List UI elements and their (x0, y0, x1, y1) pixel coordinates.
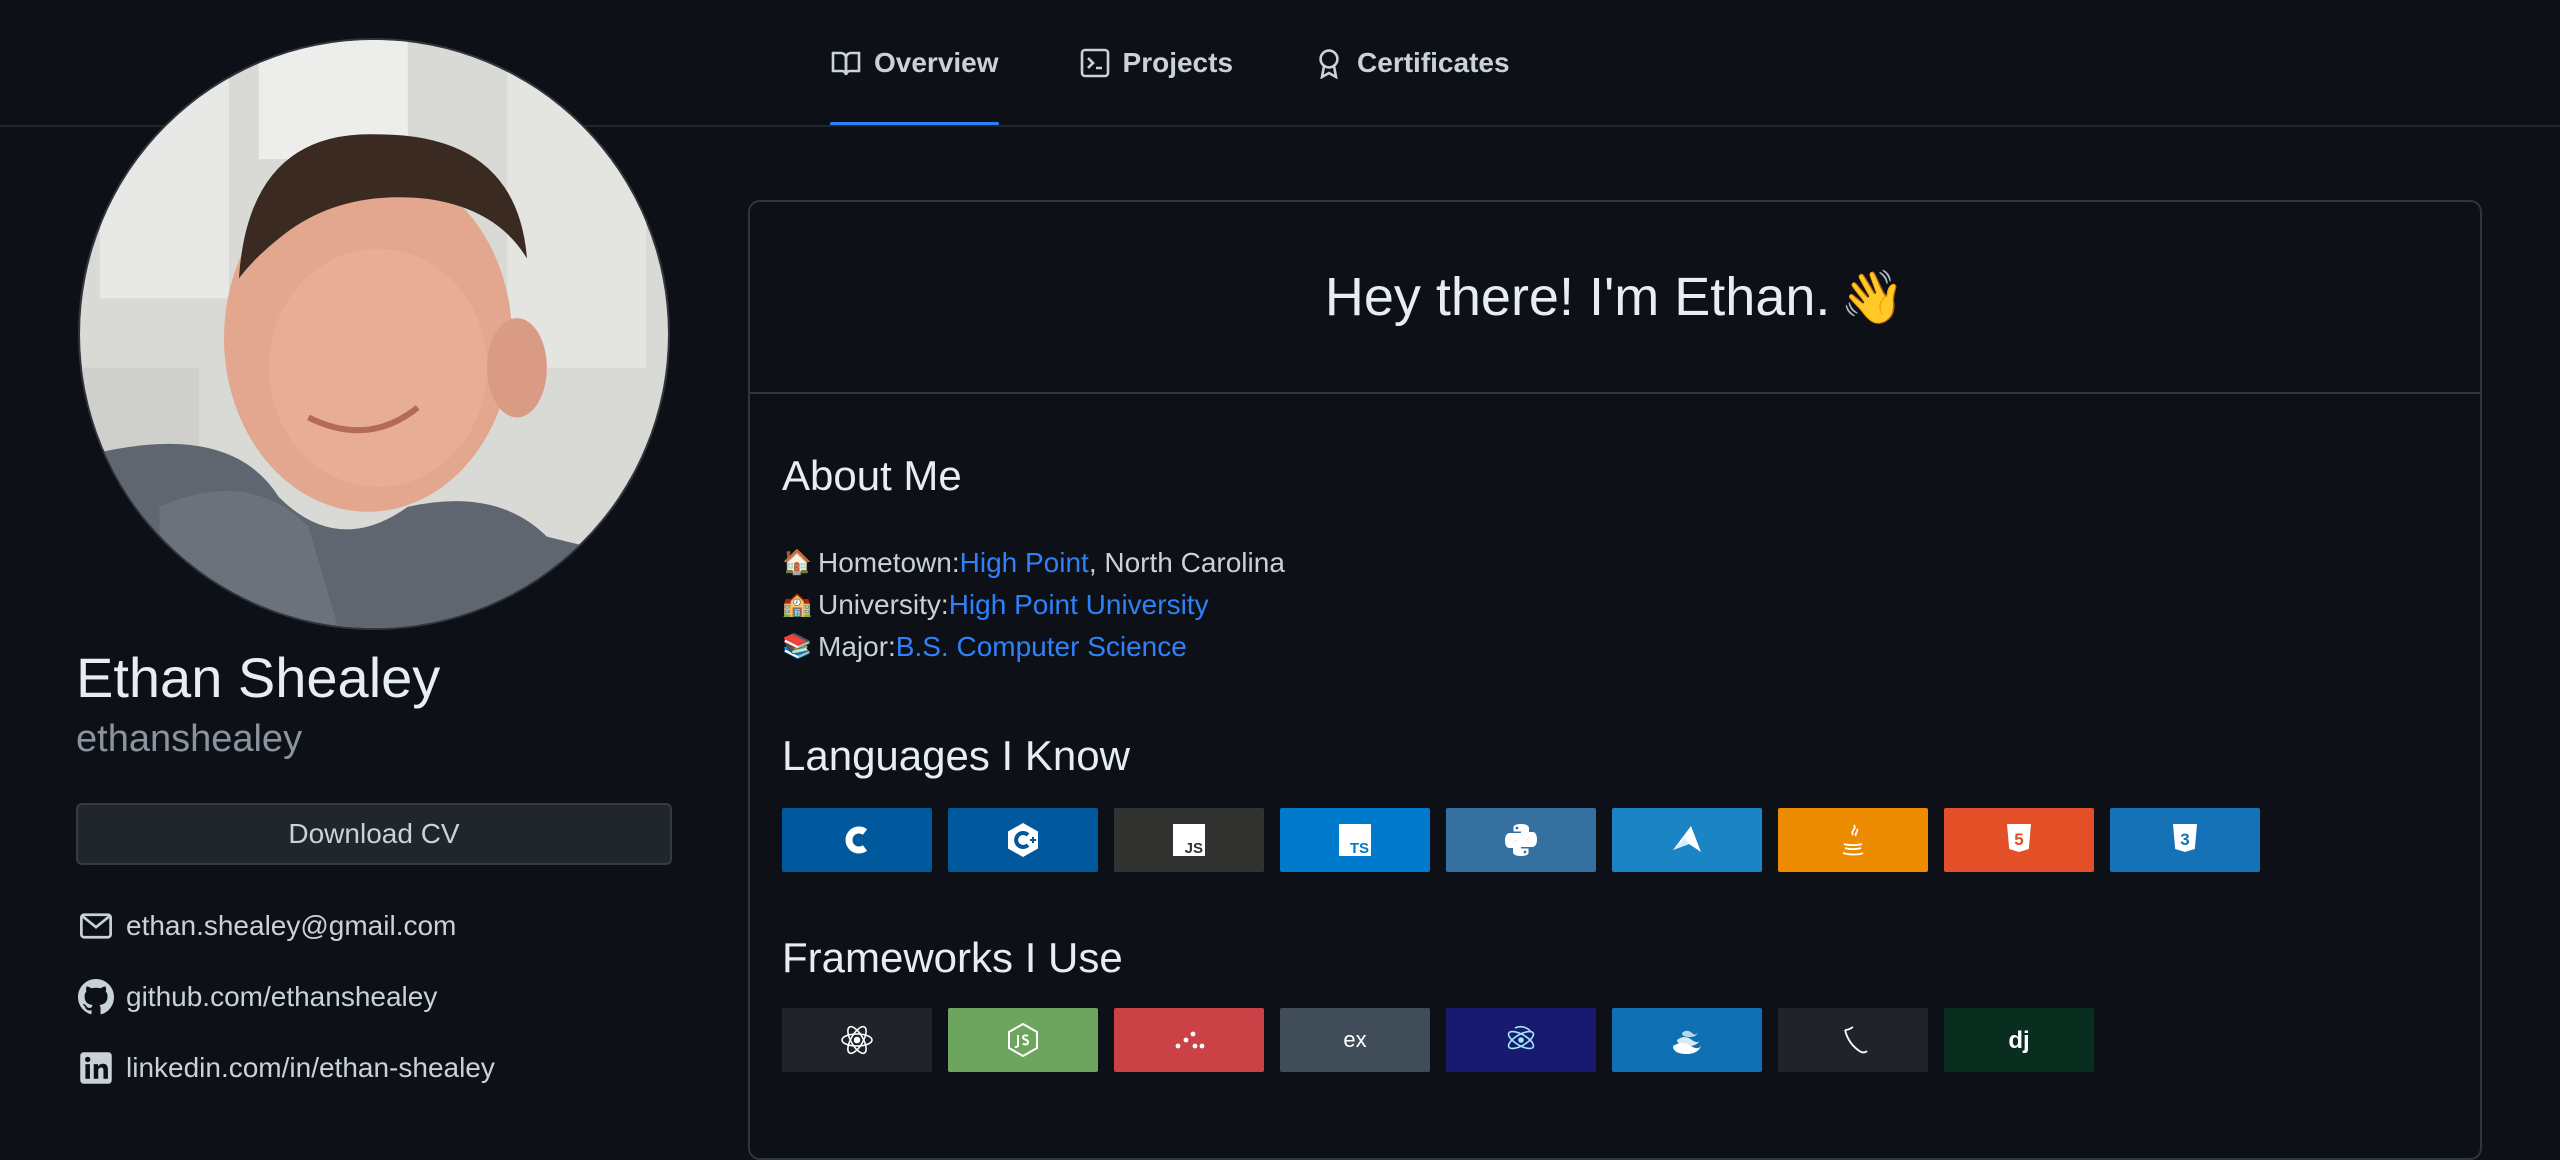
profile-name: Ethan Shealey (76, 646, 441, 709)
css3-logo-text: 3 (2180, 830, 2189, 849)
express-logo-icon: ex (1343, 1027, 1366, 1052)
nodejs-logo-icon (1008, 1022, 1038, 1058)
tab-projects[interactable]: Projects (1079, 0, 1274, 126)
electron-logo-icon (1507, 1025, 1535, 1050)
contact-linkedin-text: linkedin.com/in/ethan-shealey (126, 1052, 495, 1083)
badge-mui[interactable] (1612, 1008, 1762, 1072)
moon-logo-icon (1673, 1030, 1701, 1054)
badge-c[interactable] (782, 808, 932, 872)
arrow-logo-icon (1673, 826, 1701, 852)
badge-flask[interactable] (1778, 1008, 1928, 1072)
language-badges: JS TS 5 3 (782, 808, 2260, 872)
ts-logo-icon: TS (1339, 824, 1371, 857)
book-icon (831, 51, 861, 76)
tab-certificates[interactable]: Certificates (1313, 0, 1550, 126)
badge-html5[interactable]: 5 (1944, 808, 2094, 872)
linkedin-icon (80, 1052, 112, 1084)
cpp-logo-icon (1008, 823, 1038, 857)
school-icon: 🏫 (782, 591, 812, 618)
tab-bar: Overview Projects Certificates (830, 0, 1590, 126)
about-hometown: 🏠 Hometown: High Point , North Carolina (782, 542, 1285, 584)
badge-typescript[interactable]: TS (1280, 808, 1430, 872)
badge-arrow[interactable] (1612, 808, 1762, 872)
tab-label: Projects (1122, 47, 1234, 78)
framework-badges: ex dj (782, 1008, 2094, 1072)
download-cv-button[interactable]: Download CV (76, 803, 672, 865)
tab-overview[interactable]: Overview (830, 0, 1039, 126)
mail-icon (80, 913, 112, 939)
badge-dots[interactable] (1114, 1008, 1264, 1072)
house-icon: 🏠 (782, 549, 812, 576)
css3-logo-icon: 3 (2173, 824, 2197, 852)
flask-logo-icon (1844, 1026, 1868, 1054)
card-header: Hey there! I'm Ethan. 👋 (750, 202, 2480, 394)
github-icon (78, 979, 114, 1015)
readme-card: Hey there! I'm Ethan. 👋 About Me 🏠 Homet… (748, 200, 2482, 1160)
award-icon (1319, 49, 1339, 79)
tab-label: Certificates (1357, 47, 1510, 78)
about-heading: About Me (782, 452, 962, 499)
hometown-link[interactable]: High Point (960, 542, 1089, 584)
about-major: 📚 Major: B.S. Computer Science (782, 626, 1285, 668)
java-logo-icon (1842, 824, 1864, 856)
html5-logo-text: 5 (2014, 830, 2023, 849)
about-list: 🏠 Hometown: High Point , North Carolina … (782, 542, 1285, 668)
contact-email[interactable]: ethan.shealey@gmail.com (78, 908, 456, 944)
ts-logo-text: TS (1350, 840, 1369, 857)
profile-username: ethanshealey (76, 718, 303, 760)
django-logo-text: dj (2008, 1027, 2029, 1054)
terminal-icon (1080, 48, 1109, 78)
major-link[interactable]: B.S. Computer Science (896, 626, 1187, 668)
js-logo-text: JS (1185, 840, 1203, 857)
badge-javascript[interactable]: JS (1114, 808, 1264, 872)
js-logo-icon: JS (1173, 824, 1205, 857)
badge-express[interactable]: ex (1280, 1008, 1430, 1072)
contact-github[interactable]: github.com/ethanshealey (78, 979, 437, 1015)
greeting-heading: Hey there! I'm Ethan. (1324, 267, 1831, 327)
frameworks-heading: Frameworks I Use (782, 934, 1123, 981)
express-logo-text: ex (1343, 1027, 1366, 1052)
about-university: 🏫 University: High Point University (782, 584, 1285, 626)
profile-photo (80, 40, 668, 628)
dots-logo-icon (1175, 1031, 1205, 1049)
contact-linkedin[interactable]: linkedin.com/in/ethan-shealey (78, 1050, 495, 1086)
badge-react[interactable] (782, 1008, 932, 1072)
badge-python[interactable] (1446, 808, 1596, 872)
about-label: Major: (818, 631, 896, 662)
avatar (78, 38, 670, 630)
badge-nodejs[interactable] (948, 1008, 1098, 1072)
html5-logo-icon: 5 (2007, 824, 2031, 852)
python-logo-icon (1505, 824, 1537, 856)
badge-java[interactable] (1778, 808, 1928, 872)
about-suffix: , North Carolina (1088, 547, 1285, 578)
languages-heading: Languages I Know (782, 732, 1130, 779)
django-logo-icon: dj (2008, 1027, 2029, 1054)
about-label: University: (818, 589, 949, 620)
contact-github-text: github.com/ethanshealey (126, 981, 438, 1012)
c-logo-icon (845, 826, 868, 854)
about-label: Hometown: (818, 547, 960, 578)
tab-label: Overview (874, 47, 999, 78)
badge-css3[interactable]: 3 (2110, 808, 2260, 872)
university-link[interactable]: High Point University (949, 584, 1209, 626)
books-icon: 📚 (782, 633, 812, 660)
contact-email-text: ethan.shealey@gmail.com (126, 910, 457, 941)
wave-emoji: 👋 (1840, 268, 1906, 327)
badge-electron[interactable] (1446, 1008, 1596, 1072)
badge-django[interactable]: dj (1944, 1008, 2094, 1072)
react-logo-icon (841, 1025, 873, 1055)
badge-cpp[interactable] (948, 808, 1098, 872)
